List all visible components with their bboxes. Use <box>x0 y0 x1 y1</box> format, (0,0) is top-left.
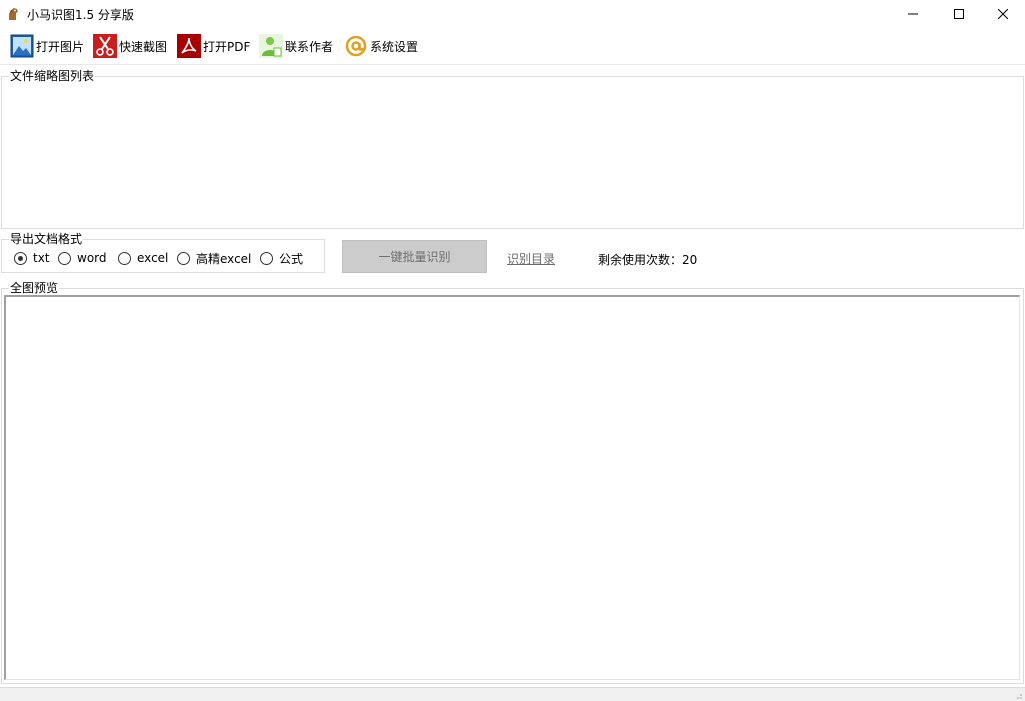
toolbar-divider <box>0 64 1025 65</box>
batch-recognize-button[interactable]: 一键批量识别 <box>342 240 487 273</box>
window-title: 小马识图1.5 分享版 <box>27 8 134 22</box>
remaining-uses-text: 剩余使用次数：20 <box>598 253 698 267</box>
format-label-hq-excel: 高精excel <box>196 251 252 266</box>
resize-grip-icon[interactable] <box>1013 690 1023 700</box>
contact-author-label: 联系作者 <box>285 39 334 54</box>
contact-icon <box>259 34 283 58</box>
radio-button[interactable] <box>177 251 190 265</box>
open-pdf-button[interactable]: 打开PDF <box>177 32 250 60</box>
thumbnail-list-legend: 文件缩略图列表 <box>9 69 96 83</box>
maximize-button[interactable] <box>936 0 982 28</box>
quick-screenshot-button[interactable]: 快速截图 <box>93 32 167 60</box>
full-preview-legend: 全图预览 <box>9 281 60 295</box>
minimize-icon <box>908 13 918 15</box>
maximize-icon <box>954 9 964 19</box>
format-radio-excel[interactable]: excel <box>118 250 168 266</box>
radio-button-checked[interactable] <box>14 251 27 265</box>
minimize-button[interactable] <box>890 0 936 28</box>
close-icon <box>998 9 1008 19</box>
format-label-excel: excel <box>137 251 169 265</box>
scissors-icon <box>93 34 117 58</box>
format-radio-word[interactable]: word <box>58 250 107 266</box>
toolbar: 打开图片 快速截图 打开PDF 联系作者 系统设置 <box>0 30 1025 62</box>
status-bar <box>0 687 1025 701</box>
system-settings-label: 系统设置 <box>370 39 419 54</box>
radio-button[interactable] <box>260 251 273 265</box>
system-settings-button[interactable]: 系统设置 <box>344 32 418 60</box>
image-icon <box>10 34 34 58</box>
open-image-button[interactable]: 打开图片 <box>10 32 84 60</box>
export-format-legend: 导出文档格式 <box>9 232 84 246</box>
app-horse-icon <box>9 8 18 20</box>
radio-button[interactable] <box>118 251 131 265</box>
open-pdf-label: 打开PDF <box>203 39 251 54</box>
at-icon <box>345 35 367 57</box>
contact-author-button[interactable]: 联系作者 <box>259 32 333 60</box>
quick-screenshot-label: 快速截图 <box>119 39 168 54</box>
recognize-directory-link[interactable]: 识别目录 <box>507 250 555 267</box>
thumbnail-list-panel[interactable] <box>1 76 1024 229</box>
full-preview-area[interactable] <box>4 295 1020 680</box>
open-image-label: 打开图片 <box>36 39 85 54</box>
format-radio-formula[interactable]: 公式 <box>260 250 303 266</box>
format-label-word: word <box>77 251 107 265</box>
format-label-formula: 公式 <box>279 251 304 266</box>
pdf-icon <box>177 34 201 58</box>
title-bar: 小马识图1.5 分享版 <box>0 0 1025 28</box>
format-radio-hq-excel[interactable]: 高精excel <box>177 250 251 266</box>
format-radio-txt[interactable]: txt <box>14 250 50 266</box>
format-label-txt: txt <box>33 251 50 265</box>
radio-button[interactable] <box>58 251 71 265</box>
close-button[interactable] <box>980 0 1025 28</box>
